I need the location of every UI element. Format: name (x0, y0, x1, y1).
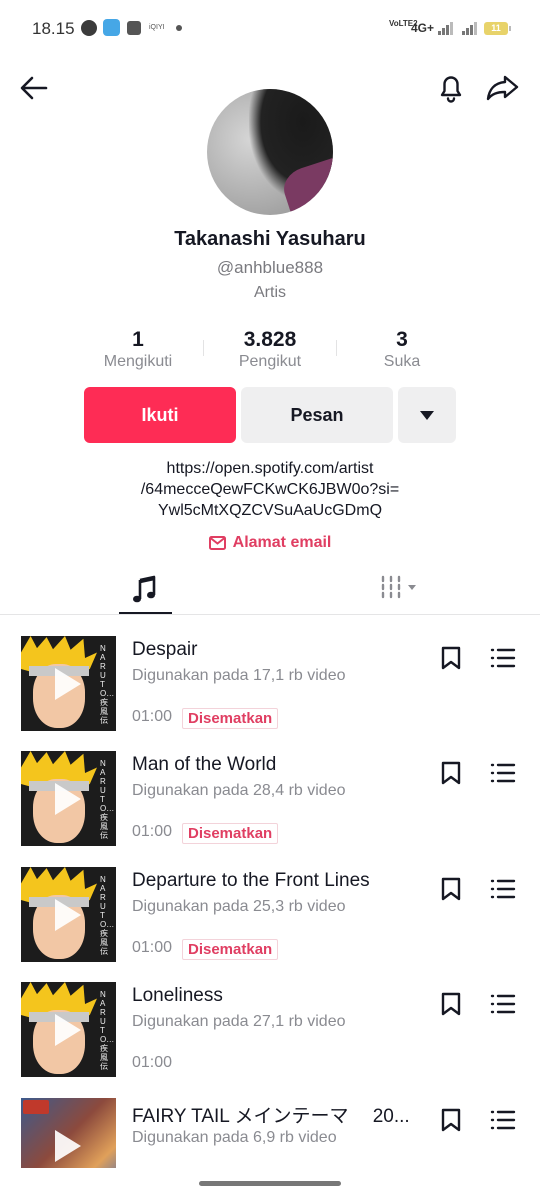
notification-button[interactable] (432, 68, 470, 106)
bookmark-icon[interactable] (440, 876, 462, 902)
suggested-accounts-button[interactable] (398, 387, 456, 443)
bookmark-icon[interactable] (440, 645, 462, 671)
cover-text: NARUTO…疾風伝 (100, 759, 115, 840)
email-link[interactable]: Alamat email (0, 534, 540, 552)
track-item[interactable]: NARUTO…疾風伝 Loneliness Digunakan pada 27,… (0, 982, 540, 1097)
more-notifications-icon (176, 25, 182, 31)
track-duration: 01:00 (132, 823, 173, 840)
signal-icon-sim2 (462, 21, 478, 35)
track-item[interactable]: NARUTO…疾風伝 Departure to the Front Lines … (0, 867, 540, 982)
share-button[interactable] (484, 68, 522, 106)
follow-button[interactable]: Ikuti (84, 387, 236, 443)
track-usage: Digunakan pada 25,3 rb video (132, 898, 346, 915)
back-button[interactable] (16, 70, 52, 106)
followers-count: 3.828 (243, 328, 297, 351)
status-time: 18.15 (32, 19, 75, 38)
play-icon (55, 1014, 81, 1046)
bot-notification-icon (127, 21, 141, 35)
message-button[interactable]: Pesan (241, 387, 393, 443)
iqiyi-notification-icon: iQIYI (149, 24, 165, 31)
pinned-badge: Disematkan (182, 708, 279, 729)
track-cover[interactable]: NARUTO…疾風伝 (21, 636, 116, 731)
list-menu-icon[interactable] (490, 762, 516, 784)
bio-link[interactable]: https://open.spotify.com/artist /64mecce… (0, 458, 540, 521)
track-duration: 01:00 (132, 939, 173, 956)
track-usage: Digunakan pada 6,9 rb video (132, 1129, 337, 1146)
track-item[interactable]: FAIRY TAIL メインテーマ 20... Digunakan pada 6… (0, 1098, 540, 1168)
bio-link-line: Ywl5cMtXQZCVSuAaUcGDmQ (157, 502, 383, 519)
pinned-badge: Disematkan (182, 939, 279, 960)
bio-link-line: https://open.spotify.com/artist (166, 460, 374, 477)
followers-label: Pengikut (238, 353, 302, 370)
following-label: Mengikuti (103, 353, 173, 370)
avatar[interactable] (207, 89, 333, 215)
music-note-icon (133, 575, 156, 603)
list-menu-icon[interactable] (490, 878, 516, 900)
bio-link-line: /64mecceQewFCKwCK6JBW0o?si= (140, 481, 400, 498)
track-duration: 01:00 (132, 1054, 173, 1071)
list-menu-icon[interactable] (490, 993, 516, 1015)
likes-label: Suka (383, 353, 421, 370)
following-count: 1 (132, 328, 144, 351)
pinned-badge: Disematkan (182, 823, 279, 844)
profile-name: Takanashi Yasuharu (174, 228, 366, 250)
play-icon (55, 899, 81, 931)
stat-followers[interactable]: 3.828 Pengikut (200, 328, 340, 371)
cover-text: NARUTO…疾風伝 (100, 644, 115, 725)
cover-text: NARUTO…疾風伝 (100, 875, 115, 956)
tabs-divider (0, 614, 540, 615)
track-title: Departure to the Front Lines (132, 870, 370, 891)
bookmark-icon[interactable] (440, 760, 462, 786)
status-bar: 18.15 iQIYI VoLTE2 4G+ 11 (0, 0, 540, 58)
track-title: Loneliness (132, 985, 223, 1006)
share-arrow-icon (486, 75, 519, 101)
track-title: FAIRY TAIL メインテーマ 20... (132, 1106, 410, 1127)
bell-icon (440, 76, 462, 103)
network-type-label: 4G+ (411, 21, 435, 35)
home-indicator[interactable] (199, 1181, 341, 1186)
track-cover[interactable]: NARUTO…疾風伝 (21, 982, 116, 1077)
track-cover[interactable]: NARUTO…疾風伝 (21, 751, 116, 846)
facebook-notification-icon (81, 20, 97, 36)
profile-category: Artis (254, 284, 286, 301)
track-usage: Digunakan pada 27,1 rb video (132, 1013, 346, 1030)
play-icon (55, 783, 81, 815)
track-item[interactable]: NARUTO…疾風伝 Despair Digunakan pada 17,1 r… (0, 636, 540, 751)
caret-down-icon (420, 410, 434, 420)
signal-icon (438, 21, 454, 35)
track-usage: Digunakan pada 17,1 rb video (132, 667, 346, 684)
list-menu-icon[interactable] (490, 1109, 516, 1131)
play-icon (55, 668, 81, 700)
bookmark-icon[interactable] (440, 1107, 462, 1133)
track-usage: Digunakan pada 28,4 rb video (132, 782, 346, 799)
stat-likes[interactable]: 3 Suka (332, 328, 472, 371)
arrow-left-icon (20, 76, 48, 100)
battery-icon: 11 (484, 22, 511, 35)
track-title: Despair (132, 639, 198, 660)
list-menu-icon[interactable] (490, 647, 516, 669)
cover-logo (23, 1100, 49, 1114)
track-cover[interactable] (21, 1098, 116, 1168)
likes-count: 3 (396, 328, 408, 351)
bookmark-icon[interactable] (440, 991, 462, 1017)
track-title: Man of the World (132, 754, 277, 775)
app-notification-icon (103, 19, 120, 36)
profile-handle: @anhblue888 (216, 258, 324, 277)
track-duration: 01:00 (132, 708, 173, 725)
tab-playlists[interactable] (376, 570, 426, 614)
tab-music[interactable] (119, 570, 172, 614)
track-item[interactable]: NARUTO…疾風伝 Man of the World Digunakan pa… (0, 751, 540, 866)
email-link-label: Alamat email (232, 534, 332, 551)
volte-icon: VoLTE2 (389, 19, 418, 28)
stat-following[interactable]: 1 Mengikuti (68, 328, 208, 371)
envelope-icon (208, 536, 226, 550)
cover-text: NARUTO…疾風伝 (100, 990, 115, 1071)
track-cover[interactable]: NARUTO…疾風伝 (21, 867, 116, 962)
play-icon (55, 1130, 81, 1162)
playlist-icon (381, 575, 416, 599)
